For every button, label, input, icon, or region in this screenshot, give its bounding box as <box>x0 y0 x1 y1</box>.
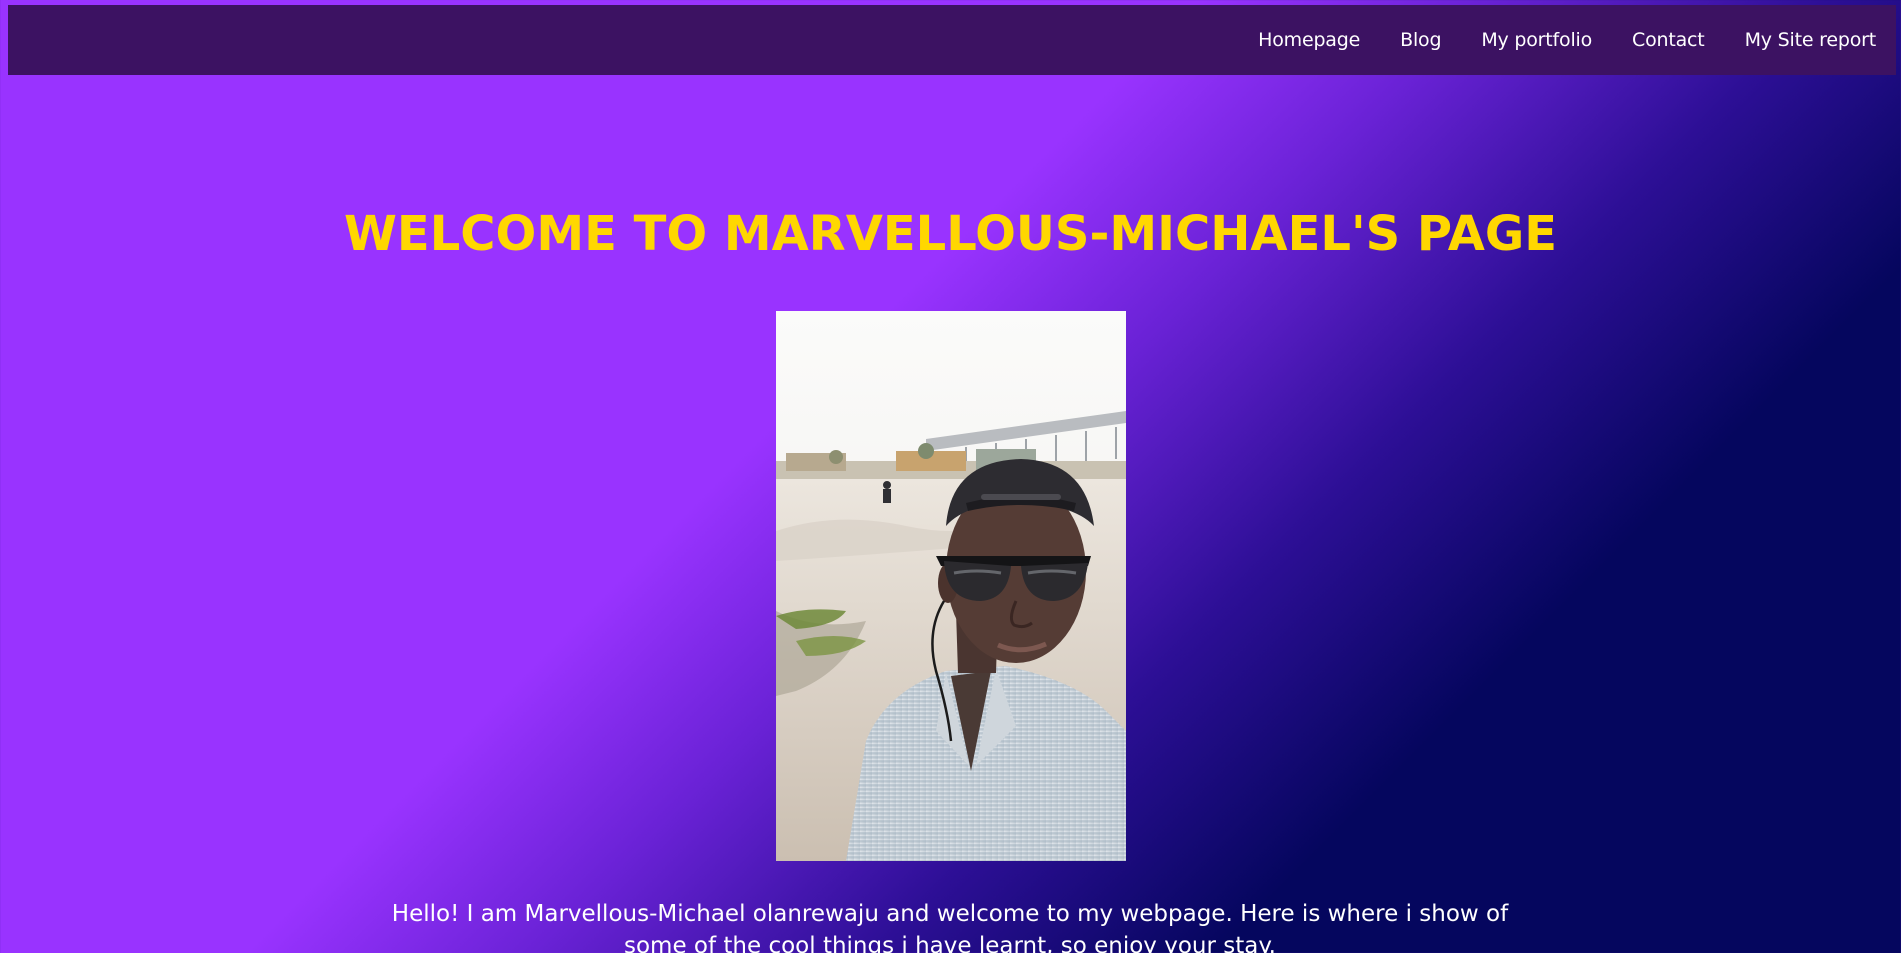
nav-link-contact[interactable]: Contact <box>1632 29 1705 51</box>
profile-photo <box>776 311 1126 861</box>
nav-link-my-site-report[interactable]: My Site report <box>1745 29 1877 51</box>
nav-link-homepage[interactable]: Homepage <box>1258 29 1360 51</box>
page-title: WELCOME TO MARVELLOUS-MICHAEL'S PAGE <box>343 206 1558 262</box>
intro-paragraph: Hello! I am Marvellous-Michael olanrewaj… <box>391 901 1509 953</box>
nav-link-my-portfolio[interactable]: My portfolio <box>1481 29 1592 51</box>
top-navigation-bar: Homepage Blog My portfolio Contact My Si… <box>8 5 1896 75</box>
nav-link-blog[interactable]: Blog <box>1400 29 1441 51</box>
